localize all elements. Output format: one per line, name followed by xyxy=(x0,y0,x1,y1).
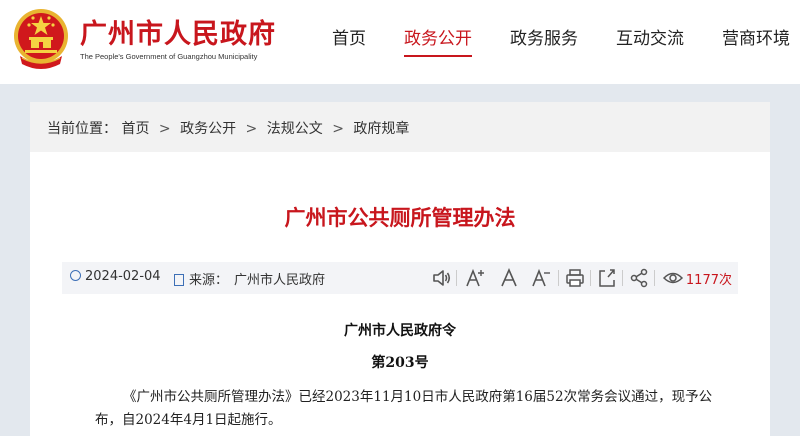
nav-item-label: 互动交流 xyxy=(616,29,684,49)
nav-active-underline xyxy=(404,55,472,57)
publish-date: 2024-02-04 xyxy=(70,269,161,284)
nav-item-label: 营商环境 xyxy=(722,29,790,49)
nav-item-label: 首页 xyxy=(332,29,366,49)
article-meta-bar: 2024-02-04 来源： 广州市人民政府 1177次 xyxy=(62,262,738,294)
breadcrumb-item-government-rules[interactable]: 政府规章 xyxy=(353,121,409,137)
breadcrumb-separator: > xyxy=(332,121,344,137)
source-label: 来源： xyxy=(189,273,229,288)
breadcrumb-separator: > xyxy=(158,121,171,137)
eye-icon xyxy=(662,267,684,289)
breadcrumb-item-open-government[interactable]: 政务公开 xyxy=(180,121,236,137)
article-body-paragraph: 《广州市公共厕所管理办法》已经2023年11月10日市人民政府第16届52次常务… xyxy=(95,389,713,428)
article-title: 广州市公共厕所管理办法 xyxy=(284,206,516,230)
nav-item-label: 政务公开 xyxy=(404,29,472,49)
toolbar-divider xyxy=(622,270,623,286)
font-reset-icon[interactable] xyxy=(498,267,520,289)
source-value: 广州市人民政府 xyxy=(234,273,326,288)
nav-item-open-government[interactable]: 政务公开 xyxy=(404,24,472,57)
nav-item-government-services[interactable]: 政务服务 xyxy=(510,24,578,49)
document-icon xyxy=(174,274,184,286)
breadcrumb-item-home[interactable]: 首页 xyxy=(121,121,149,137)
toolbar-divider xyxy=(654,270,655,286)
nav-item-business-environment[interactable]: 营商环境 xyxy=(722,24,790,49)
breadcrumb-item-regulations-documents[interactable]: 法规公文 xyxy=(267,121,323,137)
toolbar-divider xyxy=(590,270,591,286)
nav-item-home[interactable]: 首页 xyxy=(332,24,366,49)
article-source: 来源： 广州市人民政府 xyxy=(174,269,325,288)
font-increase-icon[interactable] xyxy=(464,267,486,289)
speaker-icon[interactable] xyxy=(430,267,452,289)
breadcrumb-prefix: 当前位置： xyxy=(47,121,117,137)
clock-icon xyxy=(70,270,81,281)
breadcrumb-separator: > xyxy=(245,121,258,137)
toolbar-divider xyxy=(456,270,457,286)
view-count: 1177次 xyxy=(685,273,732,288)
share-external-icon[interactable] xyxy=(596,267,618,289)
nav-item-label: 政务服务 xyxy=(510,29,578,49)
toolbar-divider xyxy=(558,270,559,286)
order-title: 广州市人民政府令 xyxy=(344,323,456,339)
breadcrumb: 当前位置： 首页 > 政务公开 > 法规公文 > 政府规章 xyxy=(47,118,409,138)
site-header: 广州市人民政府 The People's Government of Guang… xyxy=(0,0,800,84)
font-decrease-icon[interactable] xyxy=(530,267,552,289)
print-icon[interactable] xyxy=(564,267,586,289)
nav-item-interaction[interactable]: 互动交流 xyxy=(616,24,684,49)
main-nav: 首页 政务公开 政务服务 互动交流 营商环境 xyxy=(0,24,800,64)
order-number: 第203号 xyxy=(371,355,429,371)
share-icon[interactable] xyxy=(628,267,650,289)
publish-date-value: 2024-02-04 xyxy=(85,269,161,284)
